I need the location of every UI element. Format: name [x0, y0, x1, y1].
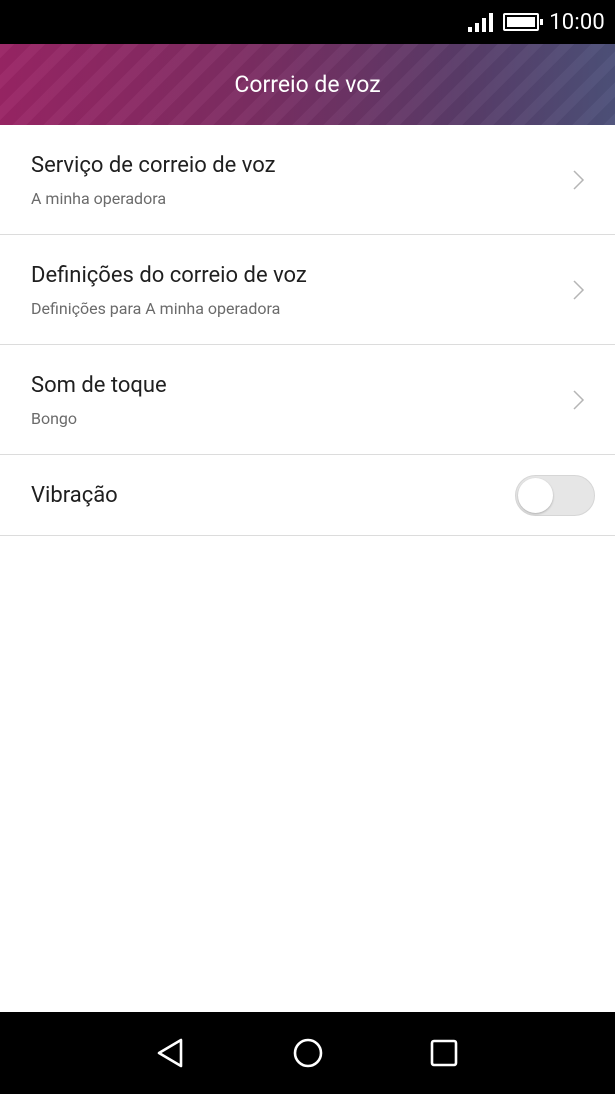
- back-icon[interactable]: [154, 1035, 190, 1071]
- voicemail-service-item[interactable]: Serviço de correio de voz A minha operad…: [0, 125, 615, 235]
- toggle-knob: [518, 478, 553, 513]
- item-title: Serviço de correio de voz: [31, 153, 276, 178]
- voicemail-settings-item[interactable]: Definições do correio de voz Definições …: [0, 235, 615, 345]
- item-title: Definições do correio de voz: [31, 263, 307, 288]
- item-title: Vibração: [31, 483, 118, 508]
- ringtone-item[interactable]: Som de toque Bongo: [0, 345, 615, 455]
- chevron-right-icon: [573, 170, 585, 190]
- status-bar: 10:00: [0, 0, 615, 44]
- vibration-item[interactable]: Vibração: [0, 455, 615, 536]
- recents-icon[interactable]: [426, 1035, 462, 1071]
- page-title: Correio de voz: [234, 71, 381, 98]
- settings-list: Serviço de correio de voz A minha operad…: [0, 125, 615, 536]
- navigation-bar: [0, 1012, 615, 1094]
- vibration-toggle[interactable]: [515, 475, 595, 516]
- signal-icon: [468, 12, 494, 32]
- chevron-right-icon: [573, 280, 585, 300]
- chevron-right-icon: [573, 390, 585, 410]
- item-subtitle: Bongo: [31, 409, 78, 428]
- item-title: Som de toque: [31, 373, 167, 398]
- battery-icon: [503, 13, 544, 31]
- home-icon[interactable]: [290, 1035, 326, 1071]
- status-icons: 10:00: [468, 0, 605, 44]
- item-subtitle: Definições para A minha operadora: [31, 299, 281, 318]
- clock: 10:00: [549, 9, 605, 35]
- item-subtitle: A minha operadora: [31, 189, 167, 208]
- app-bar: Correio de voz: [0, 44, 615, 125]
